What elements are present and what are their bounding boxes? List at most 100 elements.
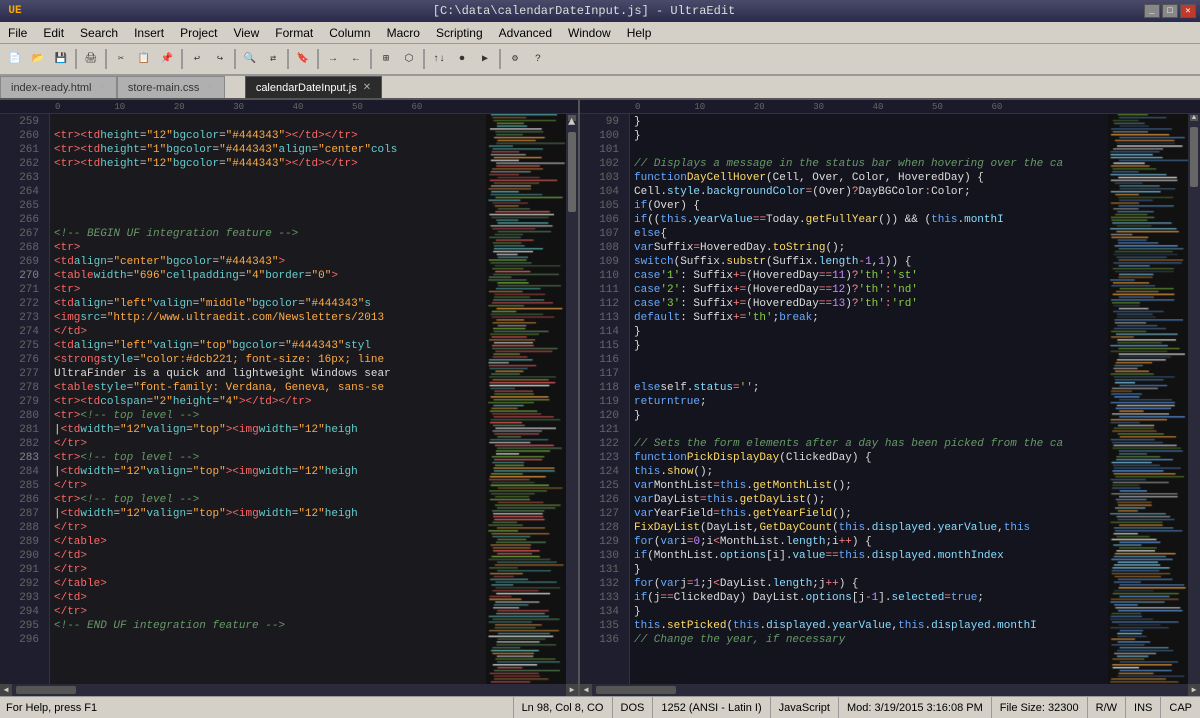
- tab-group-1: index-ready.html ✕ store-main.css ✕: [0, 76, 225, 98]
- paste-button[interactable]: 📌: [156, 48, 178, 70]
- minimap-canvas-right: [1108, 114, 1188, 684]
- tab-close-1[interactable]: ✕: [98, 82, 106, 93]
- code-line: }: [634, 563, 1108, 577]
- menu-edit[interactable]: Edit: [35, 22, 72, 43]
- print-button[interactable]: 🖨: [80, 48, 102, 70]
- left-ruler: 0 10 20 30 40 50 60: [0, 100, 578, 114]
- app-icon: UE: [0, 5, 24, 17]
- menu-help[interactable]: Help: [619, 22, 660, 43]
- tabs-area: index-ready.html ✕ store-main.css ✕ cale…: [0, 76, 1200, 100]
- menu-format[interactable]: Format: [267, 22, 321, 43]
- right-scroll-thumb[interactable]: [1190, 127, 1198, 187]
- code-line: case '3' : Suffix += (HoveredDay == 13) …: [634, 297, 1108, 311]
- toolbar-sep-1: [75, 49, 77, 69]
- right-h-scroll-thumb[interactable]: [596, 686, 676, 694]
- close-button[interactable]: ✕: [1180, 4, 1196, 18]
- menu-macro[interactable]: Macro: [379, 22, 428, 43]
- menu-project[interactable]: Project: [172, 22, 225, 43]
- status-modified: Mod: 3/19/2015 3:16:08 PM: [838, 697, 991, 718]
- left-scrollbar-h[interactable]: ◀ ▶: [0, 684, 578, 696]
- menu-file[interactable]: File: [0, 22, 35, 43]
- help-icon[interactable]: ?: [527, 48, 549, 70]
- scroll-right-arrow[interactable]: ▶: [566, 684, 578, 696]
- minimize-button[interactable]: _: [1144, 4, 1160, 18]
- new-button[interactable]: 📄: [4, 48, 26, 70]
- right-scrollbar-v[interactable]: ▲: [1188, 114, 1200, 684]
- scroll-left-arrow[interactable]: ◀: [0, 684, 12, 696]
- right-scrollbar-h[interactable]: ◀ ▶: [580, 684, 1200, 696]
- macro-record-button[interactable]: ⏺: [451, 48, 473, 70]
- replace-button[interactable]: ⇄: [262, 48, 284, 70]
- code-line: <table style="font-family: Verdana, Gene…: [54, 381, 486, 395]
- menu-search[interactable]: Search: [72, 22, 126, 43]
- menu-advanced[interactable]: Advanced: [491, 22, 560, 43]
- menu-view[interactable]: View: [225, 22, 267, 43]
- code-line: </tr>: [54, 479, 486, 493]
- indent-button[interactable]: →: [322, 48, 344, 70]
- code-line: function DayCellHover(Cell, Over, Color,…: [634, 171, 1108, 185]
- outdent-button[interactable]: ←: [345, 48, 367, 70]
- tab-label: store-main.css: [128, 82, 200, 94]
- find-button[interactable]: 🔍: [239, 48, 261, 70]
- scroll-thumb[interactable]: [568, 132, 576, 212]
- macro-play-button[interactable]: ▶: [474, 48, 496, 70]
- cut-button[interactable]: ✂: [110, 48, 132, 70]
- code-line: // Sets the form elements after a day ha…: [634, 437, 1108, 451]
- code-line: }: [634, 115, 1108, 129]
- menu-scripting[interactable]: Scripting: [428, 22, 491, 43]
- undo-button[interactable]: ↩: [186, 48, 208, 70]
- right-code-area[interactable]: 99 100 101 102 103 104 105 106 107 108 1…: [580, 114, 1200, 684]
- left-scrollbar-v[interactable]: ▲: [566, 114, 578, 684]
- column-mode-button[interactable]: ⊞: [375, 48, 397, 70]
- maximize-button[interactable]: □: [1162, 4, 1178, 18]
- redo-button[interactable]: ↪: [209, 48, 231, 70]
- code-line: [54, 171, 486, 185]
- code-line: for (var i=0;i<MonthList.length;i++) {: [634, 535, 1108, 549]
- tab-divider: [225, 76, 245, 98]
- tab-label: index-ready.html: [11, 82, 92, 94]
- left-code-content[interactable]: <tr><td height="12" bgcolor="#444343"></…: [50, 114, 486, 684]
- ftp-button[interactable]: ↑↓: [428, 48, 450, 70]
- save-button[interactable]: 💾: [50, 48, 72, 70]
- code-line: <!-- END UF integration feature -->: [54, 619, 486, 633]
- code-line: // Change the year, if necessary: [634, 633, 1108, 647]
- hex-button[interactable]: ⬡: [398, 48, 420, 70]
- right-scroll-right-arrow[interactable]: ▶: [1188, 684, 1200, 696]
- right-h-scroll-track[interactable]: [592, 684, 1188, 696]
- right-code-content[interactable]: } } // Displays a message in the status …: [630, 114, 1108, 684]
- code-line: var Suffix = HoveredDay.toString();: [634, 241, 1108, 255]
- menu-bar: File Edit Search Insert Project View For…: [0, 22, 1200, 44]
- right-scroll-left-arrow[interactable]: ◀: [580, 684, 592, 696]
- code-line: |<td width="12" valign="top"><img width=…: [54, 465, 486, 479]
- tab-close-3[interactable]: ✕: [363, 82, 371, 93]
- menu-window[interactable]: Window: [560, 22, 619, 43]
- copy-button[interactable]: 📋: [133, 48, 155, 70]
- toolbar-sep-3: [181, 49, 183, 69]
- open-button[interactable]: 📂: [27, 48, 49, 70]
- menu-column[interactable]: Column: [321, 22, 378, 43]
- code-line: <td align="left" valign="top" bgcolor="#…: [54, 339, 486, 353]
- left-code-area[interactable]: 259 260 261 262 263 264 265 266 267 268 …: [0, 114, 578, 684]
- right-scroll-up-arrow[interactable]: ▲: [1190, 115, 1198, 121]
- h-scroll-track[interactable]: [12, 684, 566, 696]
- toolbar-sep-9: [499, 49, 501, 69]
- tab-close-2[interactable]: ✕: [205, 82, 213, 93]
- scroll-up-arrow[interactable]: ▲: [568, 115, 576, 121]
- bookmark-button[interactable]: 🔖: [292, 48, 314, 70]
- tab-calendar-js[interactable]: calendarDateInput.js ✕: [245, 76, 382, 98]
- settings-button[interactable]: ⚙: [504, 48, 526, 70]
- tab-index-html[interactable]: index-ready.html ✕: [0, 76, 117, 98]
- code-line: <tr><!-- top level -->: [54, 409, 486, 423]
- code-line: <td align="center" bgcolor="#444343">: [54, 255, 486, 269]
- code-line: <tr><!-- top level -->: [54, 451, 486, 465]
- code-line: }: [634, 129, 1108, 143]
- status-help: For Help, press F1: [0, 702, 513, 714]
- code-line: <td align="left" valign="middle" bgcolor…: [54, 297, 486, 311]
- code-line: <tr><td height="12" bgcolor="#444343"></…: [54, 157, 486, 171]
- code-line: else self.status = '';: [634, 381, 1108, 395]
- code-line: </td>: [54, 549, 486, 563]
- h-scroll-thumb[interactable]: [16, 686, 76, 694]
- code-line: [634, 423, 1108, 437]
- menu-insert[interactable]: Insert: [126, 22, 172, 43]
- tab-store-css[interactable]: store-main.css ✕: [117, 76, 225, 98]
